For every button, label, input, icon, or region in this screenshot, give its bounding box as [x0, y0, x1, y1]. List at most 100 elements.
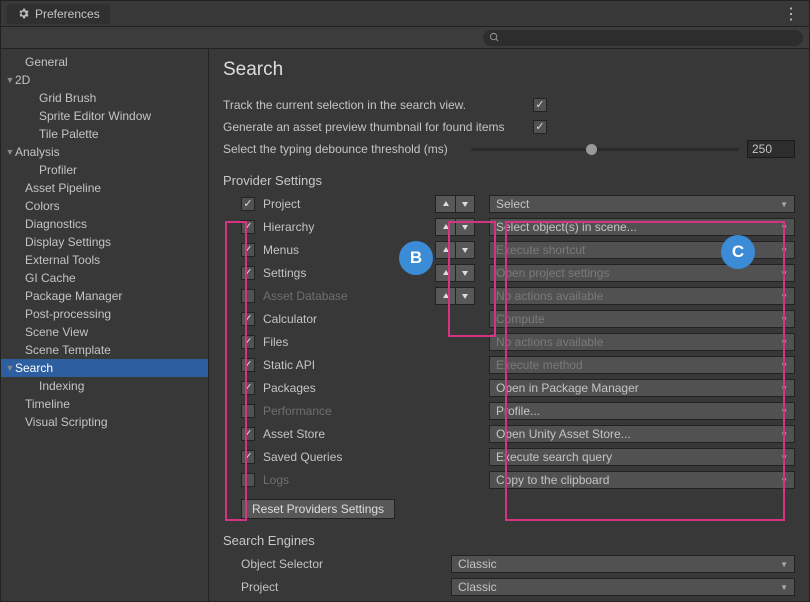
sidebar-item-visual-scripting[interactable]: Visual Scripting: [1, 413, 208, 431]
sidebar-item-search[interactable]: ▼Search: [1, 359, 208, 377]
sidebar-item-label: External Tools: [25, 251, 100, 269]
provider-action-dropdown[interactable]: Compute▼: [489, 310, 795, 328]
provider-row-asset-database: Asset DatabaseNo actions available▼: [223, 286, 795, 306]
provider-checkbox[interactable]: [241, 266, 255, 280]
engine-dropdown[interactable]: Classic▼: [451, 578, 795, 596]
provider-checkbox[interactable]: [241, 243, 255, 257]
provider-action-dropdown[interactable]: Execute search query▼: [489, 448, 795, 466]
provider-row-menus: MenusExecute shortcut▼: [223, 240, 795, 260]
track-selection-checkbox[interactable]: [533, 98, 547, 112]
provider-row-asset-store: Asset Store Open Unity Asset Store...▼: [223, 424, 795, 444]
provider-checkbox[interactable]: [241, 381, 255, 395]
provider-checkbox[interactable]: [241, 335, 255, 349]
search-engines-heading: Search Engines: [223, 533, 795, 548]
provider-action-dropdown[interactable]: Copy to the clipboard▼: [489, 471, 795, 489]
provider-row-packages: PackagesOpen in Package Manager▼: [223, 378, 795, 398]
move-up-button[interactable]: [435, 241, 455, 259]
move-down-button[interactable]: [455, 264, 475, 282]
sidebar-item-scene-template[interactable]: Scene Template: [1, 341, 208, 359]
sidebar-item-grid-brush[interactable]: Grid Brush: [1, 89, 208, 107]
provider-row-settings: SettingsOpen project settings▼: [223, 263, 795, 283]
provider-checkbox[interactable]: [241, 404, 255, 418]
sidebar-item-asset-pipeline[interactable]: Asset Pipeline: [1, 179, 208, 197]
provider-checkbox[interactable]: [241, 289, 255, 303]
preview-thumbnail-checkbox[interactable]: [533, 120, 547, 134]
sidebar-item-label: Indexing: [39, 377, 84, 395]
titlebar: Preferences ⋮: [1, 1, 809, 27]
provider-action-dropdown[interactable]: Select▼: [489, 195, 795, 213]
provider-action-dropdown[interactable]: Profile...▼: [489, 402, 795, 420]
provider-checkbox[interactable]: [241, 312, 255, 326]
sidebar-item-label: Diagnostics: [25, 215, 87, 233]
chevron-down-icon: ▼: [780, 269, 788, 278]
debounce-value-input[interactable]: [747, 140, 795, 158]
expand-arrow-icon: ▼: [5, 71, 15, 89]
provider-row-files: FilesNo actions available▼: [223, 332, 795, 352]
chevron-down-icon: ▼: [780, 384, 788, 393]
move-up-button[interactable]: [435, 287, 455, 305]
provider-checkbox[interactable]: [241, 220, 255, 234]
search-input[interactable]: [483, 30, 803, 46]
reset-providers-button[interactable]: Reset Providers Settings: [241, 499, 395, 519]
debounce-slider-thumb[interactable]: [586, 144, 597, 155]
chevron-down-icon: ▼: [780, 560, 788, 569]
move-down-button[interactable]: [455, 241, 475, 259]
page-title: Search: [223, 59, 795, 81]
provider-action-dropdown[interactable]: Open in Package Manager▼: [489, 379, 795, 397]
window-menu-button[interactable]: ⋮: [779, 4, 803, 24]
sidebar-item-package-manager[interactable]: Package Manager: [1, 287, 208, 305]
engine-row-object-selector: Object SelectorClassic▼: [223, 554, 795, 574]
provider-checkbox[interactable]: [241, 427, 255, 441]
toolbar: [1, 27, 809, 49]
sidebar-item-external-tools[interactable]: External Tools: [1, 251, 208, 269]
provider-action-dropdown[interactable]: Execute method▼: [489, 356, 795, 374]
dropdown-value: Open project settings: [496, 266, 609, 280]
move-up-button[interactable]: [435, 218, 455, 236]
expand-arrow-icon: ▼: [5, 359, 15, 377]
provider-label: Calculator: [263, 312, 435, 326]
engine-dropdown[interactable]: Classic▼: [451, 555, 795, 573]
move-up-button[interactable]: [435, 264, 455, 282]
sidebar-item-colors[interactable]: Colors: [1, 197, 208, 215]
sidebar-item-indexing[interactable]: Indexing: [1, 377, 208, 395]
debounce-slider[interactable]: [471, 148, 739, 151]
sidebar-item-timeline[interactable]: Timeline: [1, 395, 208, 413]
provider-action-dropdown[interactable]: Open project settings ▼: [489, 264, 795, 282]
sidebar-item-analysis[interactable]: ▼Analysis: [1, 143, 208, 161]
window-tab[interactable]: Preferences: [7, 4, 110, 24]
sidebar-item-scene-view[interactable]: Scene View: [1, 323, 208, 341]
provider-label: Asset Store: [263, 427, 435, 441]
move-down-button[interactable]: [455, 218, 475, 236]
provider-label: Saved Queries: [263, 450, 435, 464]
sidebar-item-sprite-editor-window[interactable]: Sprite Editor Window: [1, 107, 208, 125]
sidebar-item-label: Tile Palette: [39, 125, 99, 143]
provider-checkbox[interactable]: [241, 197, 255, 211]
sidebar-item-profiler[interactable]: Profiler: [1, 161, 208, 179]
sidebar-item-tile-palette[interactable]: Tile Palette: [1, 125, 208, 143]
provider-checkbox[interactable]: [241, 358, 255, 372]
provider-action-dropdown[interactable]: Execute shortcut▼: [489, 241, 795, 259]
move-down-button[interactable]: [455, 287, 475, 305]
dropdown-value: No actions available: [496, 335, 603, 349]
provider-label: Project: [263, 197, 435, 211]
provider-checkbox[interactable]: [241, 473, 255, 487]
sidebar-item-gi-cache[interactable]: GI Cache: [1, 269, 208, 287]
sidebar-item-2d[interactable]: ▼2D: [1, 71, 208, 89]
sidebar-item-diagnostics[interactable]: Diagnostics: [1, 215, 208, 233]
provider-action-dropdown[interactable]: Open Unity Asset Store...▼: [489, 425, 795, 443]
sidebar-item-label: Display Settings: [25, 233, 111, 251]
window-title: Preferences: [35, 7, 100, 21]
provider-action-dropdown[interactable]: No actions available▼: [489, 287, 795, 305]
move-down-button[interactable]: [455, 195, 475, 213]
provider-action-dropdown[interactable]: No actions available▼: [489, 333, 795, 351]
provider-label: Hierarchy: [263, 220, 435, 234]
sidebar-item-display-settings[interactable]: Display Settings: [1, 233, 208, 251]
sidebar-item-general[interactable]: General: [1, 53, 208, 71]
provider-label: Performance: [263, 404, 435, 418]
sidebar-item-label: Post-processing: [25, 305, 111, 323]
sidebar-item-post-processing[interactable]: Post-processing: [1, 305, 208, 323]
provider-checkbox[interactable]: [241, 450, 255, 464]
chevron-down-icon: ▼: [780, 583, 788, 592]
provider-action-dropdown[interactable]: Select object(s) in scene...▼: [489, 218, 795, 236]
move-up-button[interactable]: [435, 195, 455, 213]
